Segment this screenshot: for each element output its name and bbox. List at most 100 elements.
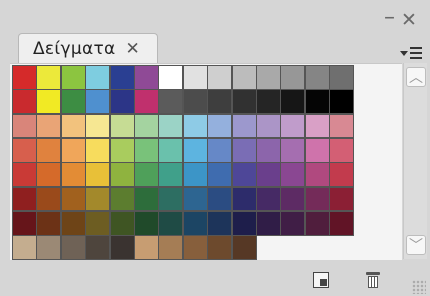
color-swatch[interactable] bbox=[231, 65, 257, 90]
color-swatch[interactable] bbox=[182, 65, 208, 90]
new-swatch-icon[interactable] bbox=[313, 272, 329, 288]
color-swatch[interactable] bbox=[85, 235, 111, 260]
close-panel-button[interactable]: ✕ bbox=[401, 11, 417, 30]
color-swatch[interactable] bbox=[134, 113, 159, 139]
minimize-button[interactable]: – bbox=[384, 7, 395, 29]
color-swatch[interactable] bbox=[12, 235, 37, 260]
color-swatch[interactable] bbox=[329, 186, 355, 212]
color-swatch[interactable] bbox=[182, 162, 208, 188]
color-swatch[interactable] bbox=[134, 210, 159, 236]
color-swatch[interactable] bbox=[280, 89, 306, 115]
color-swatch[interactable] bbox=[134, 137, 159, 163]
color-swatch[interactable] bbox=[329, 113, 355, 139]
color-swatch[interactable] bbox=[256, 186, 281, 212]
color-swatch[interactable] bbox=[36, 162, 62, 188]
color-swatch[interactable] bbox=[329, 137, 355, 163]
color-swatch[interactable] bbox=[85, 137, 111, 163]
color-swatch[interactable] bbox=[109, 210, 135, 236]
color-swatch[interactable] bbox=[231, 113, 257, 139]
color-swatch[interactable] bbox=[85, 186, 111, 212]
color-swatch[interactable] bbox=[158, 113, 184, 139]
color-swatch[interactable] bbox=[85, 113, 111, 139]
color-swatch[interactable] bbox=[207, 162, 233, 188]
color-swatch[interactable] bbox=[36, 186, 62, 212]
color-swatch[interactable] bbox=[207, 186, 233, 212]
color-swatch[interactable] bbox=[329, 210, 355, 236]
color-swatch[interactable] bbox=[36, 235, 62, 260]
color-swatch[interactable] bbox=[36, 89, 62, 115]
color-swatch[interactable] bbox=[256, 210, 281, 236]
color-swatch[interactable] bbox=[12, 210, 37, 236]
color-swatch[interactable] bbox=[304, 162, 330, 188]
color-swatch[interactable] bbox=[231, 210, 257, 236]
color-swatch[interactable] bbox=[12, 89, 37, 115]
color-swatch[interactable] bbox=[304, 186, 330, 212]
color-swatch[interactable] bbox=[182, 137, 208, 163]
color-swatch[interactable] bbox=[12, 162, 37, 188]
color-swatch[interactable] bbox=[207, 210, 233, 236]
color-swatch[interactable] bbox=[109, 186, 135, 212]
color-swatch[interactable] bbox=[231, 186, 257, 212]
color-swatch[interactable] bbox=[158, 210, 184, 236]
color-swatch[interactable] bbox=[109, 65, 135, 90]
color-swatch[interactable] bbox=[304, 210, 330, 236]
color-swatch[interactable] bbox=[85, 210, 111, 236]
color-swatch[interactable] bbox=[280, 186, 306, 212]
color-swatch[interactable] bbox=[109, 137, 135, 163]
color-swatch[interactable] bbox=[60, 210, 86, 236]
color-swatch[interactable] bbox=[60, 235, 86, 260]
panel-menu-icon[interactable] bbox=[400, 45, 424, 61]
color-swatch[interactable] bbox=[36, 65, 62, 90]
color-swatch[interactable] bbox=[207, 89, 233, 115]
color-swatch[interactable] bbox=[12, 65, 37, 90]
color-swatch[interactable] bbox=[231, 235, 257, 260]
color-swatch[interactable] bbox=[256, 65, 281, 90]
color-swatch[interactable] bbox=[280, 65, 306, 90]
color-swatch[interactable] bbox=[256, 113, 281, 139]
color-swatch[interactable] bbox=[134, 162, 159, 188]
color-swatch[interactable] bbox=[12, 186, 37, 212]
color-swatch[interactable] bbox=[60, 113, 86, 139]
color-swatch[interactable] bbox=[134, 65, 159, 90]
color-swatch[interactable] bbox=[36, 113, 62, 139]
color-swatch[interactable] bbox=[60, 162, 86, 188]
color-swatch[interactable] bbox=[304, 113, 330, 139]
color-swatch[interactable] bbox=[182, 89, 208, 115]
color-swatch[interactable] bbox=[134, 89, 159, 115]
color-swatch[interactable] bbox=[60, 89, 86, 115]
color-swatch[interactable] bbox=[12, 137, 37, 163]
color-swatch[interactable] bbox=[182, 235, 208, 260]
chevron-up-icon[interactable]: ︿ bbox=[406, 67, 426, 87]
color-swatch[interactable] bbox=[256, 137, 281, 163]
color-swatch[interactable] bbox=[182, 186, 208, 212]
color-swatch[interactable] bbox=[158, 65, 184, 90]
color-swatch[interactable] bbox=[134, 235, 159, 260]
color-swatch[interactable] bbox=[158, 162, 184, 188]
color-swatch[interactable] bbox=[304, 65, 330, 90]
color-swatch[interactable] bbox=[207, 235, 233, 260]
color-swatch[interactable] bbox=[60, 137, 86, 163]
color-swatch[interactable] bbox=[280, 162, 306, 188]
color-swatch[interactable] bbox=[158, 89, 184, 115]
color-swatch[interactable] bbox=[280, 210, 306, 236]
color-swatch[interactable] bbox=[60, 65, 86, 90]
trash-icon[interactable] bbox=[365, 272, 381, 288]
color-swatch[interactable] bbox=[329, 89, 355, 115]
color-swatch[interactable] bbox=[85, 65, 111, 90]
color-swatch[interactable] bbox=[134, 186, 159, 212]
color-swatch[interactable] bbox=[329, 65, 355, 90]
color-swatch[interactable] bbox=[256, 89, 281, 115]
tab-close-icon[interactable]: ✕ bbox=[126, 39, 140, 59]
color-swatch[interactable] bbox=[207, 113, 233, 139]
color-swatch[interactable] bbox=[158, 137, 184, 163]
color-swatch[interactable] bbox=[256, 162, 281, 188]
color-swatch[interactable] bbox=[231, 89, 257, 115]
color-swatch[interactable] bbox=[207, 65, 233, 90]
color-swatch[interactable] bbox=[109, 89, 135, 115]
color-swatch[interactable] bbox=[109, 113, 135, 139]
color-swatch[interactable] bbox=[231, 137, 257, 163]
color-swatch[interactable] bbox=[280, 113, 306, 139]
color-swatch[interactable] bbox=[36, 137, 62, 163]
color-swatch[interactable] bbox=[158, 235, 184, 260]
color-swatch[interactable] bbox=[304, 89, 330, 115]
